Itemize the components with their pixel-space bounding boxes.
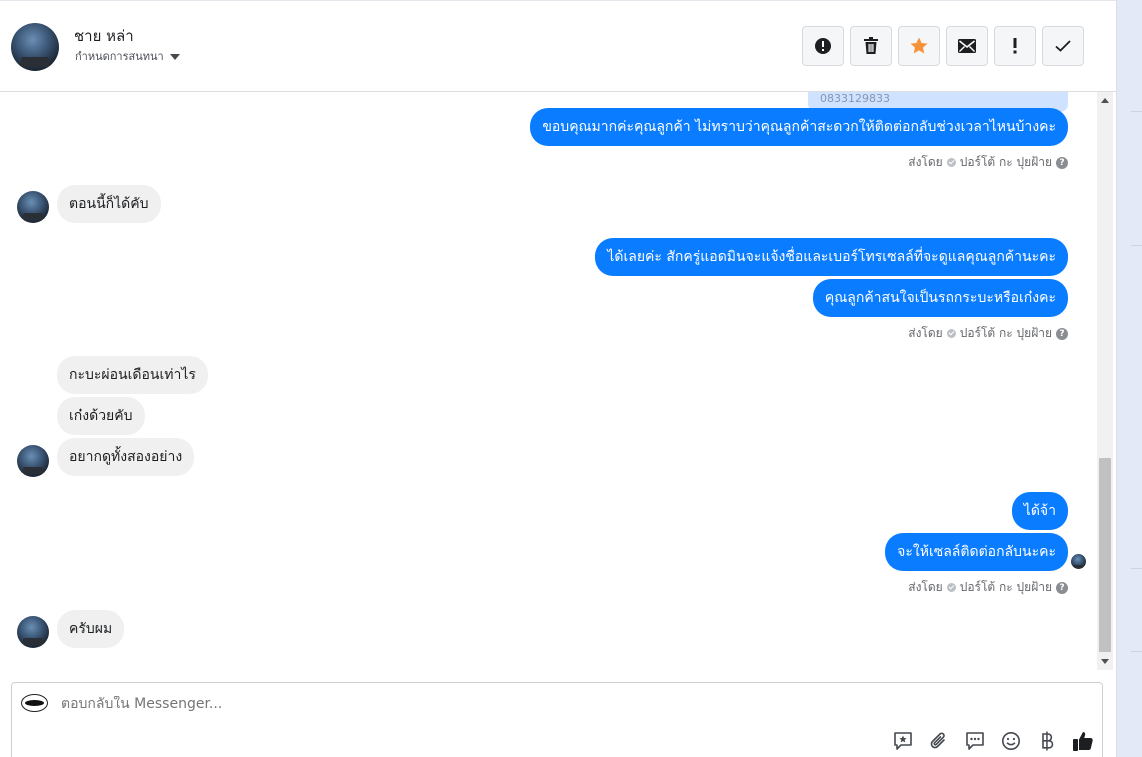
verified-icon xyxy=(946,583,956,592)
contact-name[interactable]: ชาย หล่า xyxy=(74,24,134,48)
report-icon xyxy=(815,38,831,54)
sent-by-line: ส่งโดย ปอร์โต้ กะ ปุยฝ้าย ? xyxy=(908,324,1068,343)
incoming-message[interactable]: อยากดูทั้งสองอย่าง xyxy=(57,438,195,476)
incoming-message[interactable]: ครับผม xyxy=(57,610,125,648)
sent-by-line: ส่งโดย ปอร์โต้ กะ ปุยฝ้าย ? xyxy=(908,153,1068,172)
outgoing-message[interactable]: จะให้เซลล์ติดต่อกลับนะคะ xyxy=(885,533,1068,571)
incoming-message[interactable]: กะบะผ่อนเดือนเท่าไร xyxy=(57,356,208,394)
scroll-down-arrow-icon[interactable] xyxy=(1101,659,1109,664)
outgoing-message[interactable]: ขอบคุณมากค่ะคุณลูกค้า ไม่ทราบว่าคุณลูกค้… xyxy=(530,108,1068,146)
saved-replies-button[interactable] xyxy=(962,729,988,753)
contact-avatar-small[interactable] xyxy=(17,191,49,223)
emoji-button[interactable] xyxy=(998,729,1024,753)
incoming-message[interactable]: เก๋งด้วยคับ xyxy=(57,397,145,435)
message-scrollbar[interactable] xyxy=(1097,92,1113,670)
help-icon[interactable]: ? xyxy=(1056,156,1068,169)
sent-by-name: ปอร์โต้ กะ ปุยฝ้าย xyxy=(959,326,1052,340)
thumbs-up-icon xyxy=(1073,732,1093,751)
star-icon xyxy=(910,37,928,54)
contact-avatar-small[interactable] xyxy=(17,616,49,648)
follow-up-button[interactable] xyxy=(994,26,1036,66)
mail-icon xyxy=(958,39,976,53)
quick-reply-icon xyxy=(894,732,912,750)
outgoing-message[interactable]: ได้จ้า xyxy=(1011,492,1068,530)
send-like-button[interactable] xyxy=(1070,729,1096,753)
sent-by-label: ส่งโดย xyxy=(908,580,943,594)
attachment-icon xyxy=(930,732,945,749)
message-list: 0833129833 ขอบคุณมากค่ะคุณลูกค้า ไม่ทราบ… xyxy=(0,92,1097,670)
divider xyxy=(1131,651,1142,652)
sent-by-label: ส่งโดย xyxy=(908,326,943,340)
quick-reply-button[interactable] xyxy=(890,729,916,753)
contact-avatar-small[interactable] xyxy=(17,445,49,477)
reply-input[interactable] xyxy=(61,696,661,712)
delete-button[interactable] xyxy=(850,26,892,66)
trash-icon xyxy=(864,37,878,54)
verified-icon xyxy=(946,329,956,338)
saved-replies-icon xyxy=(966,732,984,750)
baht-icon xyxy=(1042,731,1054,751)
outgoing-message[interactable]: คุณลูกค้าสนใจเป็นรถกระบะหรือเก๋งคะ xyxy=(812,279,1068,317)
exclamation-icon xyxy=(1013,38,1017,54)
seen-receipt-avatar xyxy=(1071,554,1086,569)
caret-down-icon xyxy=(169,53,180,60)
star-button[interactable] xyxy=(898,26,940,66)
payment-button[interactable] xyxy=(1034,729,1060,753)
sent-by-line: ส่งโดย ปอร์โต้ กะ ปุยฝ้าย ? xyxy=(908,578,1068,597)
schedule-label: กำหนดการสนทนา xyxy=(75,50,164,63)
mark-spam-button[interactable] xyxy=(802,26,844,66)
help-icon[interactable]: ? xyxy=(1056,327,1068,340)
divider xyxy=(1131,568,1142,569)
conversation-schedule-dropdown[interactable]: กำหนดการสนทนา xyxy=(75,47,180,65)
scrollbar-thumb[interactable] xyxy=(1099,458,1111,652)
page-logo-avatar xyxy=(21,694,48,712)
outgoing-message[interactable]: ได้เลยค่ะ สักครู่แอดมินจะแจ้งชื่อและเบอร… xyxy=(595,238,1068,276)
conversation-panel: ชาย หล่า กำหนดการสนทนา 0833129833 ขอบคุณ… xyxy=(0,0,1116,757)
mark-done-button[interactable] xyxy=(1042,26,1084,66)
divider xyxy=(1131,245,1142,246)
verified-icon xyxy=(946,158,956,167)
divider xyxy=(1131,111,1142,112)
incoming-message[interactable]: ตอนนี้ก็ได้คับ xyxy=(57,185,161,223)
attach-file-button[interactable] xyxy=(926,729,952,753)
messenger-inbox-window: ชาย หล่า กำหนดการสนทนา 0833129833 ขอบคุณ… xyxy=(0,0,1142,757)
reply-composer xyxy=(11,682,1103,757)
mark-unread-button[interactable] xyxy=(946,26,988,66)
conversation-header: ชาย หล่า กำหนดการสนทนา xyxy=(0,1,1116,92)
sent-by-name: ปอร์โต้ กะ ปุยฝ้าย xyxy=(959,155,1052,169)
emoji-icon xyxy=(1002,732,1020,750)
conversation-toolbar xyxy=(802,26,1084,66)
sent-by-name: ปอร์โต้ กะ ปุยฝ้าย xyxy=(959,580,1052,594)
help-icon[interactable]: ? xyxy=(1056,581,1068,594)
scroll-up-arrow-icon[interactable] xyxy=(1101,98,1109,103)
check-icon xyxy=(1055,40,1071,52)
sent-by-label: ส่งโดย xyxy=(908,155,943,169)
contact-avatar[interactable] xyxy=(11,23,59,71)
side-panel-edge xyxy=(1116,0,1142,757)
composer-toolbar xyxy=(890,729,1096,753)
